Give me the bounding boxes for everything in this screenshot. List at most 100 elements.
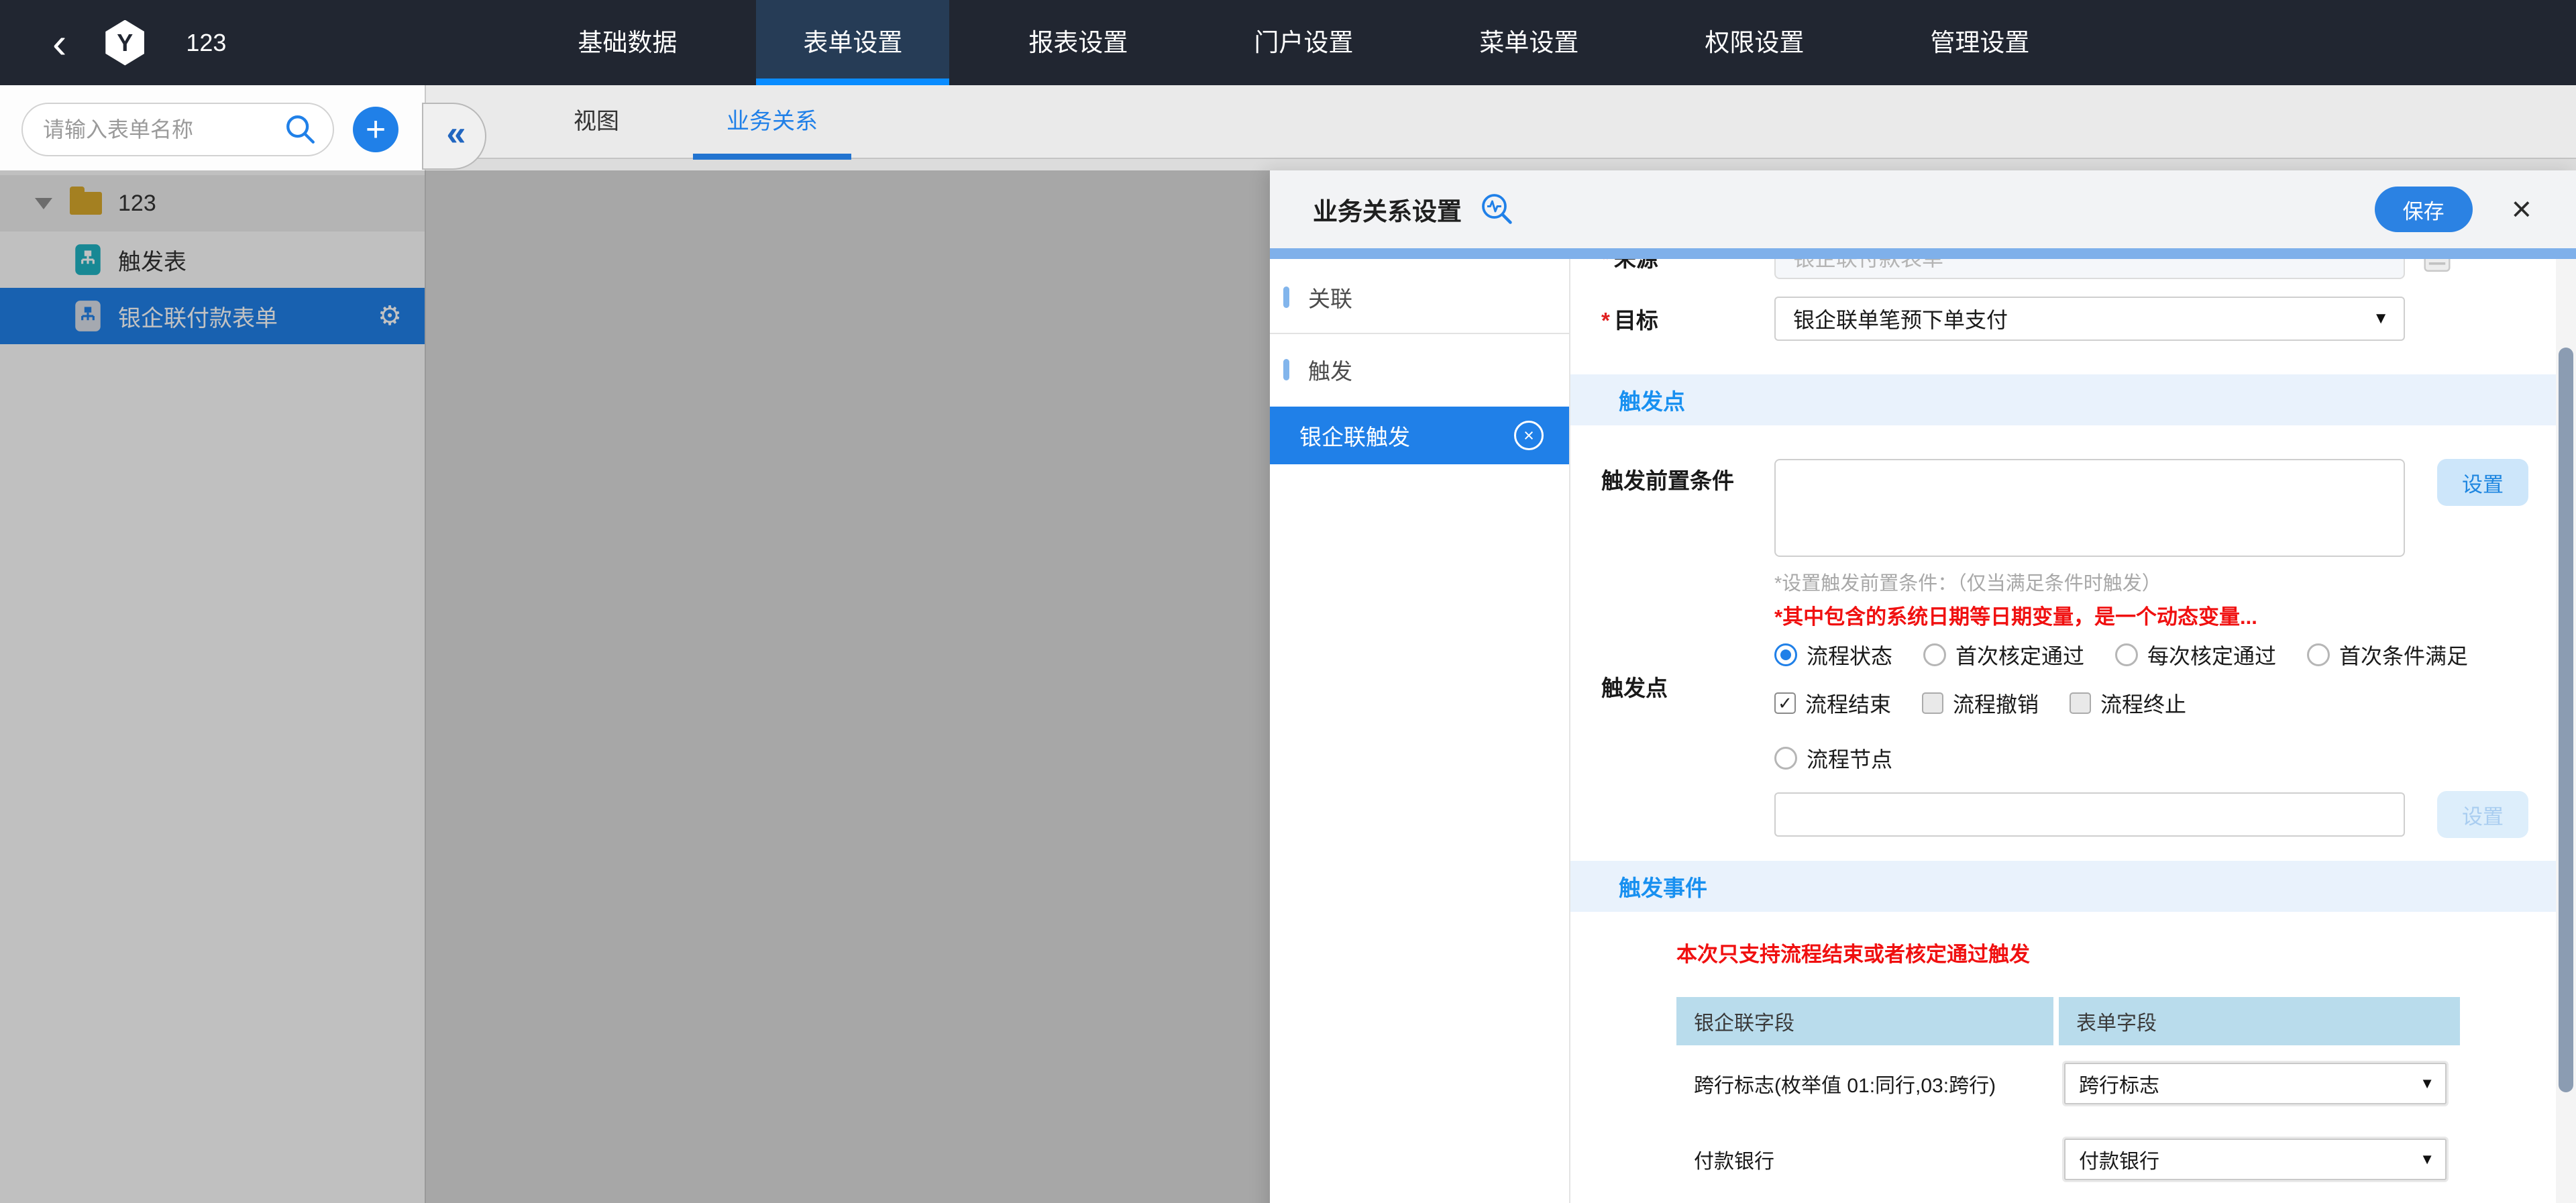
precondition-textarea[interactable]: [1774, 459, 2405, 557]
table-row: 跨行标志(枚举值 01:同行,03:跨行) 跨行标志 ▼: [1676, 1045, 2460, 1121]
item-marker: [1283, 286, 1289, 308]
radio-first-approval[interactable]: 首次核定通过: [1923, 639, 2084, 670]
back-icon[interactable]: ‹: [52, 6, 66, 80]
inspect-pulse-icon[interactable]: [1479, 191, 1515, 227]
tab-view[interactable]: 视图: [540, 85, 653, 158]
vertical-scrollbar-thumb[interactable]: [2559, 348, 2573, 1092]
form-doc-icon: [74, 243, 102, 276]
tree-item-trigger-table[interactable]: 触发表: [0, 231, 425, 288]
canvas-tabs: 视图 业务关系: [426, 85, 2576, 159]
expander-caret-icon[interactable]: [35, 198, 52, 209]
nav-tab-form-settings[interactable]: 表单设置: [756, 0, 949, 85]
radio-icon: [2115, 643, 2138, 666]
form-field-select[interactable]: 跨行标志 ▼: [2064, 1063, 2447, 1104]
search-input[interactable]: [43, 117, 283, 142]
nav-tab-permission-settings[interactable]: 权限设置: [1658, 0, 1851, 85]
tree-item-folder-123[interactable]: 123: [0, 175, 425, 231]
search-icon[interactable]: [283, 112, 318, 147]
table-row: 付款账号 付款账号 ▼: [1676, 1197, 2460, 1203]
bank-field-cell: 付款银行: [1676, 1145, 2064, 1174]
radio-icon: [1923, 643, 1946, 666]
tree-folder-label: 123: [118, 191, 156, 217]
dropdown-caret-icon: ▼: [2420, 1075, 2434, 1092]
form-tree-sidebar: + 123 触发表: [0, 85, 426, 1203]
required-mark: *: [1601, 308, 1610, 333]
node-input[interactable]: [1774, 792, 2405, 837]
node-set-button[interactable]: 设置: [2437, 791, 2528, 838]
checkbox-icon: ✓: [2070, 692, 2091, 714]
tree-item-bank-payment-form[interactable]: 银企联付款表单 ⚙: [0, 288, 425, 344]
nav-tab-base-data[interactable]: 基础数据: [531, 0, 724, 85]
relation-form-main: *来源 *目标 银企联单笔预下单支付 ▼: [1570, 259, 2576, 1203]
section-title: 触发点: [1619, 384, 1685, 416]
add-form-button[interactable]: +: [353, 107, 398, 152]
target-select-value: 银企联单笔预下单支付: [1793, 303, 2008, 334]
close-icon[interactable]: ×: [2512, 192, 2532, 227]
subnav-item-bank-trigger[interactable]: 银企联触发 ×: [1270, 407, 1569, 464]
collapse-sidebar-button[interactable]: «: [422, 103, 486, 170]
precondition-hint: *设置触发前置条件：（仅当满足条件时触发）: [1774, 568, 2576, 596]
nav-tab-menu-settings[interactable]: 菜单设置: [1432, 0, 1625, 85]
precondition-warning: *其中包含的系统日期等日期变量，是一个动态变量...: [1774, 600, 2576, 630]
drawer-title: 业务关系设置: [1313, 191, 1462, 227]
radio-process-node[interactable]: 流程节点: [1774, 743, 1892, 774]
column-header-form-field: 表单字段: [2059, 997, 2460, 1045]
select-value: 跨行标志: [2079, 1069, 2159, 1098]
trigger-point-row: 触发点 流程状态 首次核定通过: [1570, 639, 2576, 838]
radio-first-condition[interactable]: 首次条件满足: [2307, 639, 2468, 670]
form-field-select[interactable]: 付款银行 ▼: [2064, 1139, 2447, 1180]
form-tree: 123 触发表 银企联付款表单 ⚙: [0, 175, 425, 344]
trigger-point-options: 流程状态 首次核定通过 每次核定通过: [1774, 639, 2576, 838]
remove-circle-x-icon[interactable]: ×: [1514, 421, 1544, 450]
checkbox-process-revoke[interactable]: ✓ 流程撤销: [1922, 688, 2039, 719]
field-mapping-table: 银企联字段 表单字段 跨行标志(枚举值 01:同行,03:跨行) 跨行标志 ▼ …: [1676, 997, 2460, 1203]
drawer-header: 业务关系设置 保存 ×: [1270, 170, 2576, 248]
checkbox-icon: ✓: [1922, 692, 1943, 714]
radio-icon: [1774, 747, 1797, 770]
subnav-divider: [1270, 333, 1569, 334]
section-trigger-event: 触发事件: [1570, 861, 2576, 912]
radio-icon: [1774, 643, 1797, 666]
radio-process-status[interactable]: 流程状态: [1774, 639, 1892, 670]
checkbox-icon: ✓: [1774, 692, 1796, 714]
checkbox-process-end[interactable]: ✓ 流程结束: [1774, 688, 1891, 719]
target-select[interactable]: 银企联单笔预下单支付 ▼: [1774, 297, 2405, 341]
check-icon: ✓: [1778, 694, 1792, 712]
bank-field-cell: 跨行标志(枚举值 01:同行,03:跨行): [1676, 1069, 2064, 1098]
target-row: *目标 银企联单笔预下单支付 ▼: [1570, 297, 2576, 341]
drawer-scroll-indicator: [1270, 248, 2576, 259]
save-button[interactable]: 保存: [2375, 187, 2473, 232]
tree-item-label: 触发表: [118, 244, 186, 276]
required-mark: *: [1601, 259, 1610, 271]
status-checkbox-row: ✓ 流程结束 ✓ 流程撤销 ✓ 流程终止: [1774, 688, 2576, 719]
tab-business-relation[interactable]: 业务关系: [693, 85, 851, 158]
trigger-event-warning: 本次只支持流程结束或者核定通过触发: [1676, 937, 2576, 967]
radio-icon: [2307, 643, 2330, 666]
trigger-point-label: 触发点: [1570, 639, 1774, 838]
subnav-item-association[interactable]: 关联: [1270, 272, 1569, 322]
subnav-item-trigger[interactable]: 触发: [1270, 345, 1569, 395]
dropdown-caret-icon: ▼: [2420, 1151, 2434, 1168]
nav-tab-report-settings[interactable]: 报表设置: [981, 0, 1175, 85]
workspace-name: 123: [186, 29, 226, 57]
checkbox-process-terminate[interactable]: ✓ 流程终止: [2070, 688, 2186, 719]
section-trigger-point: 触发点: [1570, 374, 2576, 425]
search-box[interactable]: [21, 103, 334, 156]
node-radio-row: 流程节点: [1774, 743, 2576, 774]
precondition-label: 触发前置条件: [1570, 459, 1774, 557]
nav-tab-portal-settings[interactable]: 门户设置: [1207, 0, 1400, 85]
plus-icon: +: [366, 109, 386, 150]
target-label: *目标: [1570, 303, 1774, 335]
table-picker-icon: [2422, 259, 2452, 274]
sidebar-search-row: +: [0, 85, 425, 172]
vertical-scrollbar[interactable]: [2556, 259, 2576, 1203]
source-input[interactable]: [1774, 259, 2405, 279]
precondition-set-button[interactable]: 设置: [2437, 459, 2528, 506]
drawer-body: 关联 触发 银企联触发 × *来源: [1270, 259, 2576, 1203]
table-row: 付款银行 付款银行 ▼: [1676, 1121, 2460, 1197]
nav-tab-admin-settings[interactable]: 管理设置: [1883, 0, 2076, 85]
double-chevron-left-icon: «: [447, 113, 462, 159]
radio-every-approval[interactable]: 每次核定通过: [2115, 639, 2276, 670]
app-logo-icon: [105, 20, 144, 66]
gear-icon[interactable]: ⚙: [378, 303, 402, 329]
